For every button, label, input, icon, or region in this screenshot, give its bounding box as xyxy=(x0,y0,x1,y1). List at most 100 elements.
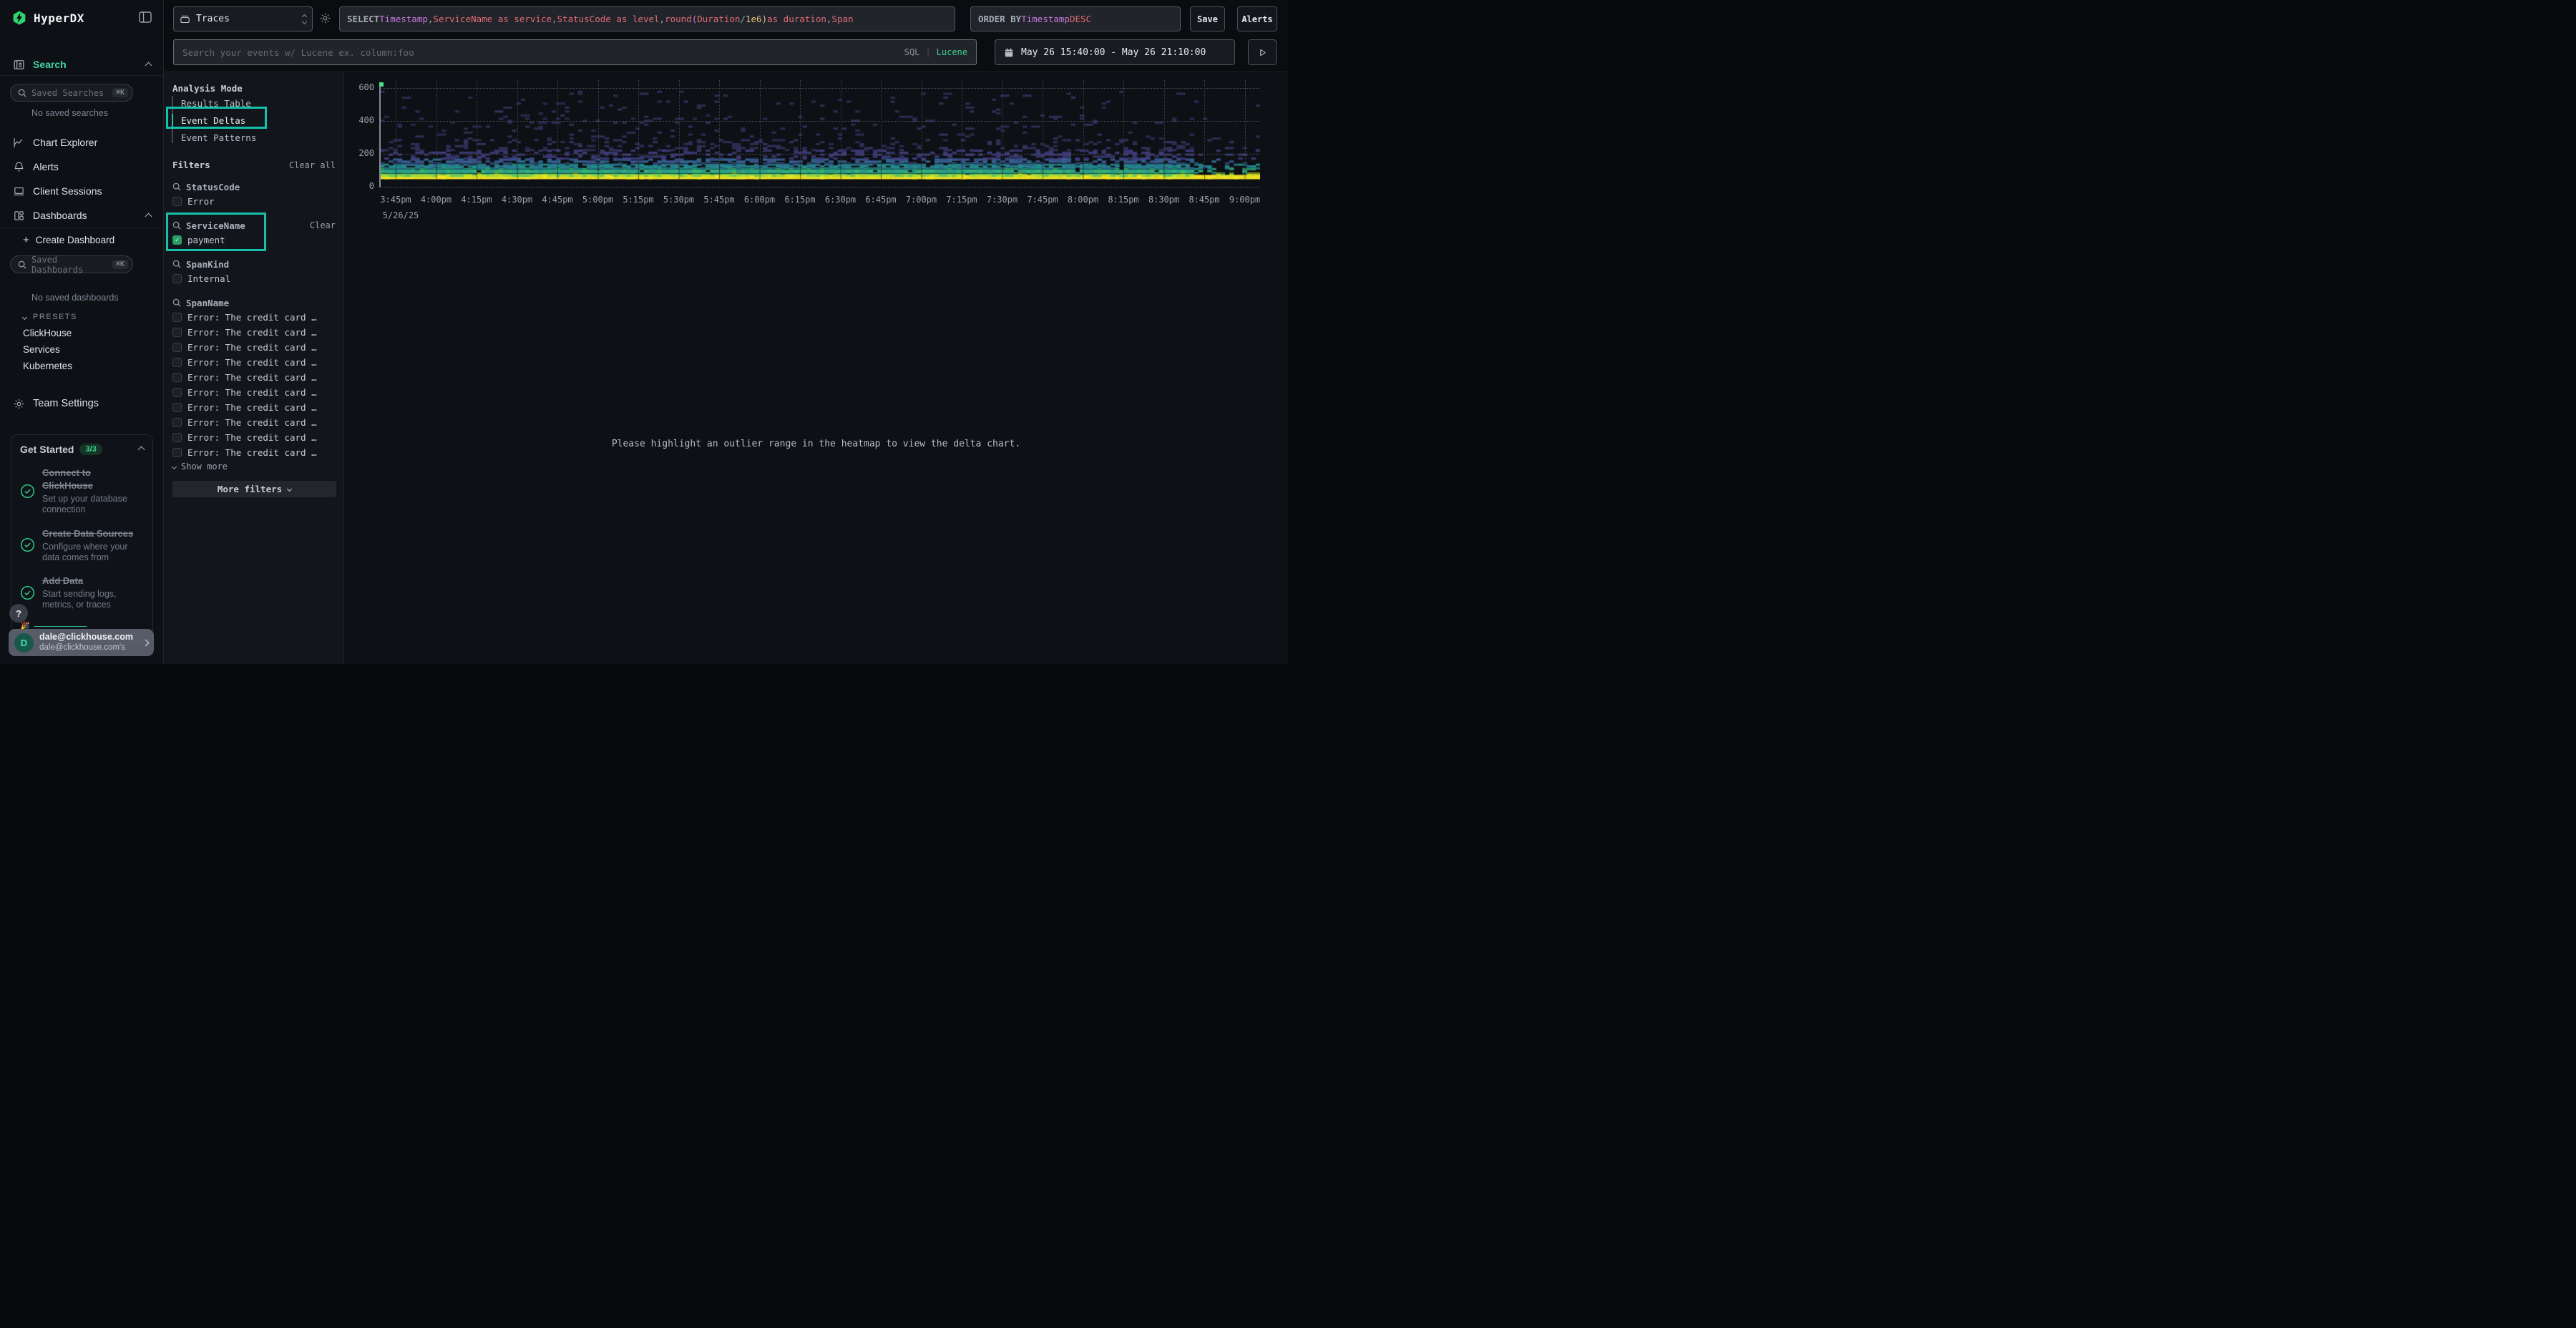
checkbox-unchecked[interactable] xyxy=(172,433,182,442)
chevron-up-icon[interactable] xyxy=(138,446,145,453)
order-by-editor[interactable]: ORDER BY Timestamp DESC xyxy=(970,6,1181,31)
checkbox-unchecked[interactable] xyxy=(172,418,182,427)
help-button[interactable]: ? xyxy=(9,604,28,622)
get-started-progress-badge: 3/3 xyxy=(79,444,102,455)
filter-option-label: Internal xyxy=(187,273,230,284)
filter-option[interactable]: Error: The credit card … xyxy=(172,385,337,400)
filters-panel: Analysis Mode Results Table Event Deltas… xyxy=(164,72,344,664)
run-query-button[interactable] xyxy=(1248,39,1277,65)
checkbox-unchecked[interactable] xyxy=(172,313,182,322)
filter-option[interactable]: Error: The credit card … xyxy=(172,355,337,370)
app-logo[interactable]: HyperDX xyxy=(11,10,84,26)
source-icon xyxy=(180,14,190,24)
checkbox-unchecked[interactable] xyxy=(172,448,182,457)
mode-event-patterns[interactable]: Event Patterns xyxy=(181,130,310,145)
checkbox-unchecked[interactable] xyxy=(172,328,182,337)
preset-kubernetes[interactable]: Kubernetes xyxy=(23,361,72,371)
filter-option[interactable]: Error: The credit card … xyxy=(172,430,337,445)
search-bar: SQL | Lucene xyxy=(173,39,977,65)
sidebar-item-alerts[interactable]: Alerts xyxy=(0,157,164,177)
duration-heatmap[interactable] xyxy=(380,80,1260,187)
time-range-picker[interactable]: May 26 15:40:00 - May 26 21:10:00 xyxy=(995,39,1235,65)
saved-searches-input[interactable]: Saved Searches ⌘K xyxy=(10,84,133,102)
x-tick-label: 9:00pm xyxy=(1222,195,1268,205)
search-icon xyxy=(18,260,26,269)
sidebar-item-client-sessions[interactable]: Client Sessions xyxy=(0,181,164,201)
presets-toggle[interactable]: PRESETS xyxy=(23,313,77,321)
select-chevrons-icon xyxy=(303,15,306,24)
code-token: SELECT xyxy=(347,14,379,24)
checkbox-unchecked[interactable] xyxy=(172,197,182,206)
checkbox-unchecked[interactable] xyxy=(172,274,182,283)
x-tick-label: 7:30pm xyxy=(980,195,1025,205)
chevron-up-icon[interactable] xyxy=(145,213,152,220)
x-tick-label: 6:15pm xyxy=(777,195,823,205)
query-language-toggle[interactable]: SQL | Lucene xyxy=(904,47,976,57)
code-token: ORDER BY xyxy=(978,14,1021,24)
gear-icon xyxy=(13,398,25,410)
checkbox-unchecked[interactable] xyxy=(172,388,182,397)
source-settings-gear-icon[interactable] xyxy=(319,12,331,24)
get-started-item[interactable]: Create Data SourcesConfigure where your … xyxy=(20,527,144,564)
save-button[interactable]: Save xyxy=(1190,6,1225,31)
saved-searches-placeholder: Saved Searches xyxy=(31,88,107,98)
code-token: ( xyxy=(692,14,698,24)
lang-lucene[interactable]: Lucene xyxy=(937,47,967,57)
filter-group-title: StatusCode xyxy=(186,182,337,192)
x-tick-label: 8:15pm xyxy=(1101,195,1146,205)
user-subtext: dale@clickhouse.com's xyxy=(39,643,137,653)
get-started-item[interactable]: Add DataStart sending logs, metrics, or … xyxy=(20,575,144,611)
get-started-item-title: Create Data Sources xyxy=(42,528,133,539)
filter-option[interactable]: Error: The credit card … xyxy=(172,370,337,385)
collapse-sidebar-icon[interactable] xyxy=(139,11,152,23)
y-tick-label: 400 xyxy=(347,115,374,125)
user-menu[interactable]: D dale@clickhouse.com dale@clickhouse.co… xyxy=(9,629,154,656)
lang-sql[interactable]: SQL xyxy=(904,47,920,57)
clear-all-button[interactable]: Clear all xyxy=(289,160,336,170)
create-dashboard-button[interactable]: + Create Dashboard xyxy=(23,234,114,246)
filter-option[interactable]: Error: The credit card … xyxy=(172,340,337,355)
sql-select-editor[interactable]: SELECT Timestamp, ServiceName as service… xyxy=(339,6,955,31)
annotation-highlight-servicename xyxy=(166,213,266,251)
code-token: Timestamp xyxy=(1021,14,1070,24)
filter-option[interactable]: Error xyxy=(172,194,337,209)
chevron-up-icon[interactable] xyxy=(145,62,152,69)
checkbox-unchecked[interactable] xyxy=(172,343,182,352)
filter-option[interactable]: Error: The credit card … xyxy=(172,445,337,460)
v-gridline xyxy=(598,80,599,169)
x-tick-label: 4:15pm xyxy=(454,195,499,205)
filter-option[interactable]: Error: The credit card … xyxy=(172,310,337,325)
source-select[interactable]: Traces xyxy=(173,6,313,31)
filter-option[interactable]: Error: The credit card … xyxy=(172,400,337,415)
x-tick-label: 7:00pm xyxy=(899,195,945,205)
x-tick-label: 5:00pm xyxy=(575,195,621,205)
filter-option[interactable]: Error: The credit card … xyxy=(172,415,337,430)
checkbox-unchecked[interactable] xyxy=(172,403,182,412)
clear-filter-button[interactable]: Clear xyxy=(310,220,337,230)
get-started-card: Get Started 3/3 Connect to ClickHouseSet… xyxy=(11,434,153,643)
sidebar-item-search[interactable]: Search xyxy=(0,54,164,74)
filter-option[interactable]: Internal xyxy=(172,271,337,286)
sidebar-item-label: Search xyxy=(33,59,67,70)
saved-dashboards-input[interactable]: Saved Dashboards ⌘K xyxy=(10,255,133,273)
filter-option[interactable]: Error: The credit card … xyxy=(172,325,337,340)
sidebar-item-dashboards[interactable]: Dashboards xyxy=(0,205,164,225)
filters-label: Filters xyxy=(172,160,289,170)
show-more-label: Show more xyxy=(181,462,228,472)
lang-separator: | xyxy=(925,47,930,57)
preset-clickhouse[interactable]: ClickHouse xyxy=(23,328,72,338)
show-more-button[interactable]: Show more xyxy=(172,462,228,472)
checkbox-unchecked[interactable] xyxy=(172,373,182,382)
more-filters-button[interactable]: More filters xyxy=(172,481,336,497)
code-token: DESC xyxy=(1070,14,1091,24)
sidebar-item-team-settings[interactable]: Team Settings xyxy=(0,394,164,414)
checkbox-unchecked[interactable] xyxy=(172,358,182,367)
get-started-item[interactable]: Connect to ClickHouseSet up your databas… xyxy=(20,467,144,516)
preset-services[interactable]: Services xyxy=(23,344,60,355)
sidebar-item-chart-explorer[interactable]: Chart Explorer xyxy=(0,132,164,152)
code-token: as duration xyxy=(767,14,826,24)
alerts-button[interactable]: Alerts xyxy=(1237,6,1277,31)
kbd-shortcut: ⌘K xyxy=(112,88,128,97)
search-input[interactable] xyxy=(174,47,904,58)
create-dashboard-label: Create Dashboard xyxy=(36,235,114,245)
